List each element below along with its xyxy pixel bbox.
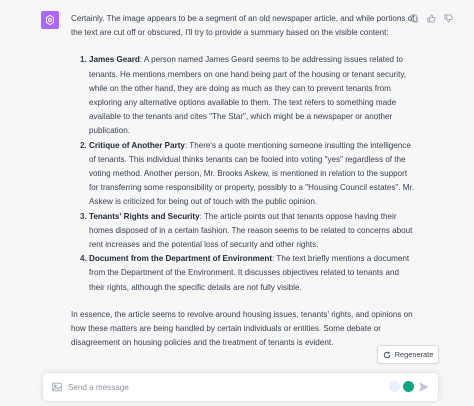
list-item-title: James Geard — [89, 55, 140, 65]
list-item-title: Tenants' Rights and Security — [89, 211, 200, 221]
assistant-message: Certainly. The image appears to be a seg… — [0, 0, 474, 372]
regenerate-label: Regenerate — [394, 350, 434, 359]
thumbs-down-icon[interactable] — [443, 13, 454, 24]
list-item-title: Critique of Another Party — [89, 140, 185, 150]
closing-paragraph: In essence, the article seems to revolve… — [71, 309, 413, 348]
openai-logo-icon — [41, 11, 59, 29]
message-input[interactable] — [68, 373, 368, 401]
summary-list: James Geard: A person named James Geard … — [71, 53, 416, 294]
message-composer — [42, 372, 439, 402]
regenerate-button[interactable]: Regenerate — [377, 345, 439, 364]
grammarly-icon[interactable] — [403, 381, 414, 392]
send-icon[interactable] — [418, 381, 430, 393]
list-item-text: : A person named James Geard seems to be… — [89, 55, 407, 136]
refresh-icon — [383, 351, 390, 358]
intro-paragraph: Certainly. The image appears to be a seg… — [71, 14, 415, 38]
extension-icon[interactable] — [389, 381, 400, 392]
image-attach-icon[interactable] — [52, 382, 62, 392]
thumbs-up-icon[interactable] — [426, 13, 437, 24]
list-item: Tenants' Rights and Security: The articl… — [89, 210, 416, 253]
list-item: James Geard: A person named James Geard … — [89, 53, 416, 138]
message-content: Certainly. The image appears to be a seg… — [71, 12, 416, 350]
list-item: Document from the Department of Environm… — [89, 252, 416, 295]
list-item: Critique of Another Party: There's a quo… — [89, 139, 416, 210]
list-item-text: : There's a quote mentioning someone ins… — [89, 140, 414, 207]
list-item-title: Document from the Department of Environm… — [89, 254, 273, 264]
